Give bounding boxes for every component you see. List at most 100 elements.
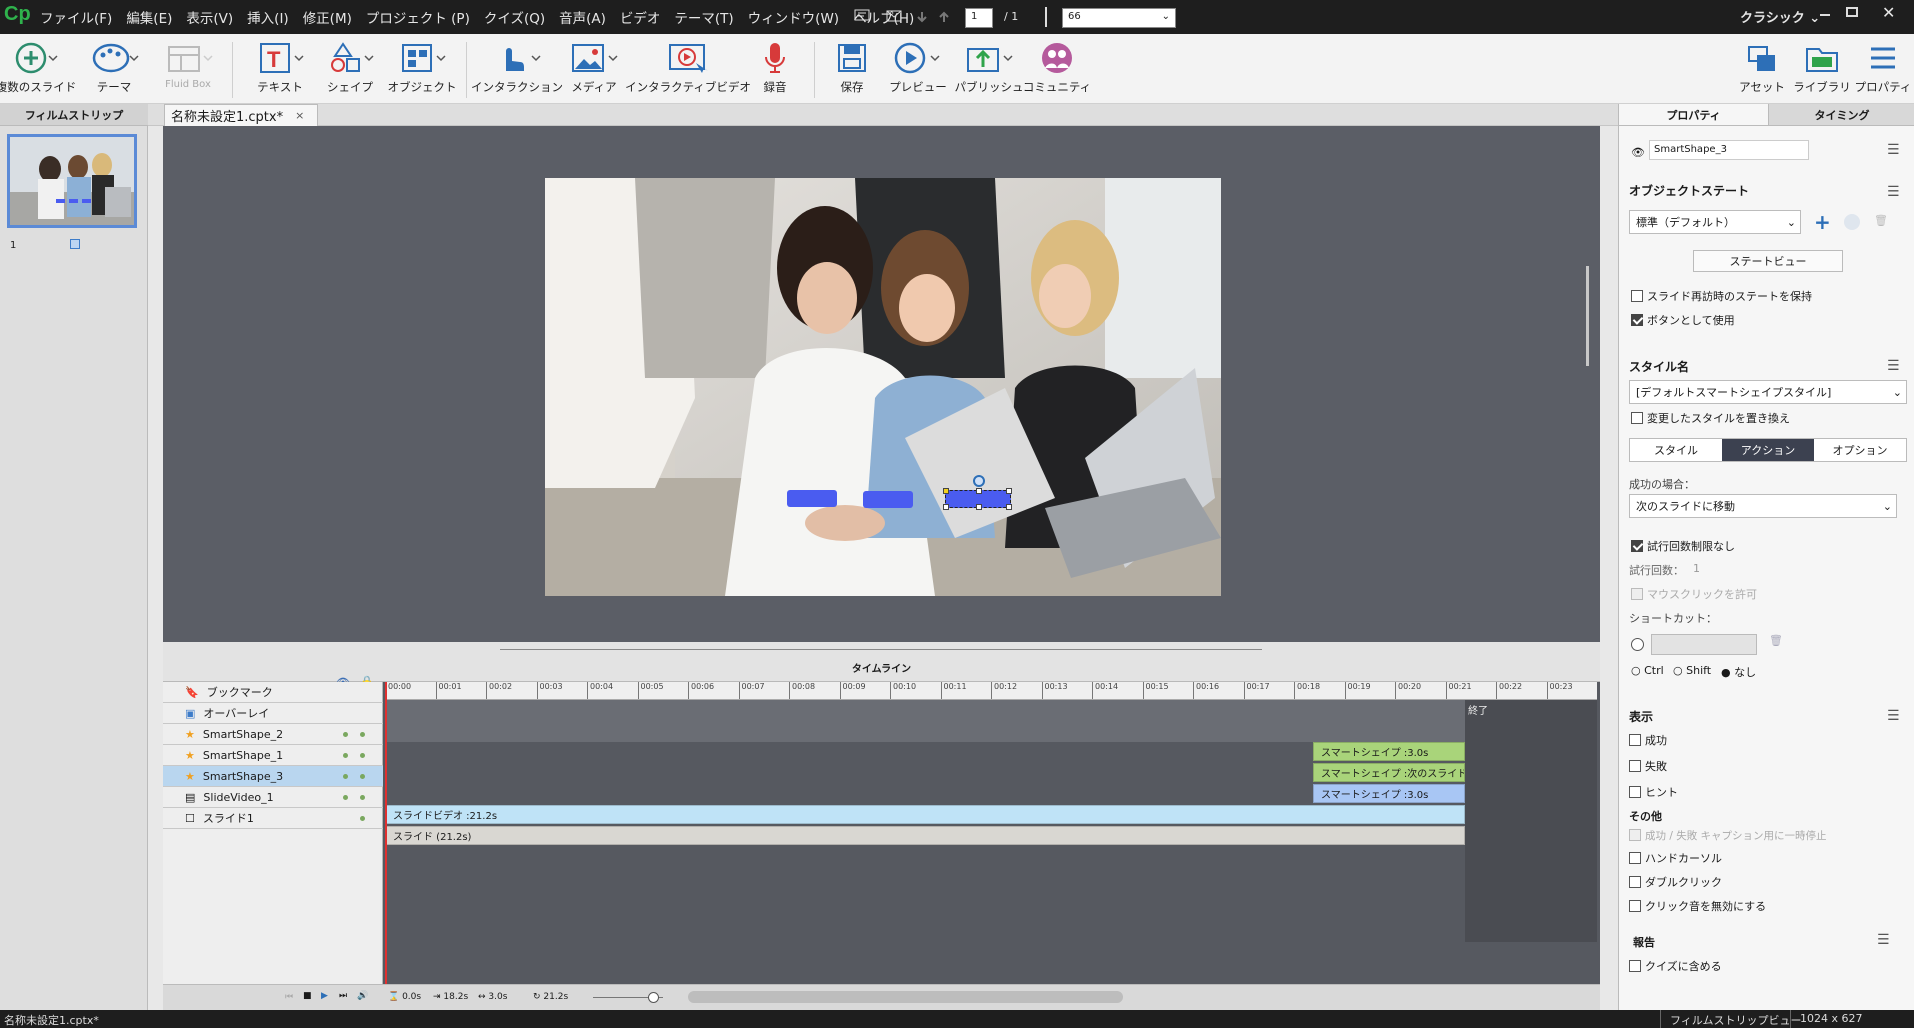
menu-theme[interactable]: テーマ(T) [674,7,733,27]
hand-cursor-checkbox[interactable]: ハンドカーソル [1629,850,1722,866]
interactive-video-button[interactable]: インタラクティブビデオ [625,38,751,95]
audio-icon[interactable]: 🔊 [357,991,368,1001]
last-frame-icon[interactable]: ⏭ [339,991,347,1001]
preview-button[interactable]: プレビュー [888,38,948,95]
first-frame-icon[interactable]: ⏮ [285,992,293,1002]
timeline-hscrollbar[interactable] [688,991,1123,1003]
timeline-bar-slidevideo[interactable]: スライドビデオ :21.2s [385,805,1465,824]
mail-icon[interactable] [886,10,902,22]
pause-caption-checkbox[interactable]: 成功 / 失敗 キャプション用に一時停止 [1629,828,1827,843]
layer-overlay[interactable]: ▣ オーバーレイ [163,703,383,724]
library-button[interactable]: ライブラリ [1793,38,1851,95]
shape-button[interactable]: シェイプ [322,38,378,95]
eye-icon[interactable]: 👁 [1631,146,1645,159]
tab-properties[interactable]: プロパティ [1619,104,1769,126]
close-icon[interactable]: ✕ [1882,3,1895,22]
infinite-attempts-checkbox[interactable]: 試行回数制限なし [1631,538,1735,554]
publish-button[interactable]: パブリッシュ [955,38,1024,95]
assets-button[interactable]: アセット [1739,38,1785,95]
menu-window[interactable]: ウィンドウ(W) [748,7,839,27]
new-slide-button[interactable]: 複数のスライド [0,38,76,95]
rotate-handle-icon[interactable] [973,475,985,487]
timeline-bar-smartshape-1[interactable]: スマートシェイプ :次のスライド... [1313,763,1465,782]
lock-dot[interactable] [360,732,365,737]
attempts-value[interactable]: 1 [1693,562,1700,575]
modifier-none[interactable]: ● なし [1721,664,1756,680]
object-state-select[interactable]: 標準（デフォルト） ⌄ [1629,210,1801,234]
menu-lines-icon[interactable]: ☰ [1887,184,1900,200]
menu-lines-icon[interactable]: ☰ [1887,358,1900,374]
menu-project[interactable]: プロジェクト (P) [366,7,470,27]
include-in-quiz-checkbox[interactable]: クイズに含める [1629,958,1722,974]
save-button[interactable]: 保存 [830,38,874,95]
properties-panel-button[interactable]: プロパティ [1855,38,1911,95]
display-hint-checkbox[interactable]: ヒント [1629,784,1678,800]
layer-slide-1[interactable]: ☐ スライド1 [163,808,383,829]
shortcut-input[interactable] [1651,634,1757,655]
visibility-dot[interactable] [343,753,348,758]
menu-audio[interactable]: 音声(A) [559,7,606,27]
on-success-select[interactable]: 次のスライドに移動 ⌄ [1629,494,1897,518]
community-button[interactable]: コミュニティ [1023,38,1091,95]
slide-canvas[interactable] [545,178,1221,596]
menu-insert[interactable]: 挿入(I) [247,7,289,27]
layer-slidevideo-1[interactable]: ▤ SlideVideo_1 [163,787,383,808]
timeline-ruler[interactable]: 00:00 00:01 00:02 00:03 00:04 00:05 00:06 00:07… [385,682,1597,700]
display-failure-checkbox[interactable]: 失敗 [1629,758,1667,774]
lock-dot[interactable] [360,774,365,779]
trash-icon[interactable]: 🗑 [1874,214,1888,227]
minimize-icon[interactable] [1820,14,1830,16]
arrow-down-icon[interactable] [916,11,928,23]
menu-file[interactable]: ファイル(F) [40,7,112,27]
visibility-dot[interactable] [343,795,348,800]
resize-handle[interactable] [976,488,982,494]
layer-smartshape-1[interactable]: ★ SmartShape_1 [163,745,383,766]
timeline-bar-smartshape-3[interactable]: スマートシェイプ :3.0s [1313,784,1465,803]
restore-icon[interactable] [1846,7,1858,17]
fluid-box-button[interactable]: Fluid Box [160,38,216,90]
playhead[interactable] [385,682,387,984]
disable-click-sound-checkbox[interactable]: クリック音を無効にする [1629,898,1766,914]
smartshape-2-button[interactable] [787,490,837,507]
record-audio-button[interactable]: 録音 [754,38,796,95]
timeline-splitter[interactable] [500,649,1262,650]
comment-icon[interactable] [854,9,870,23]
document-tab[interactable]: 名称未設定1.cptx* × [164,104,318,126]
add-state-icon[interactable]: + [1814,210,1831,234]
menu-lines-icon[interactable]: ☰ [1887,142,1900,158]
resize-handle[interactable] [976,504,982,510]
smartshape-3-button[interactable] [943,475,1012,510]
tab-timing[interactable]: タイミング [1769,104,1914,126]
style-name-select[interactable]: [デフォルトスマートシェイプスタイル] ⌄ [1629,380,1907,404]
play-icon[interactable]: ▶ [321,991,328,1001]
layer-smartshape-3[interactable]: ★ SmartShape_3 [163,766,383,787]
resize-handle[interactable] [943,488,949,494]
replace-style-checkbox[interactable]: 変更したスタイルを置き換え [1631,410,1790,426]
double-click-checkbox[interactable]: ダブルクリック [1629,874,1722,890]
text-button[interactable]: T テキスト [250,38,310,95]
refresh-state-icon[interactable] [1844,214,1860,230]
media-button[interactable]: メディア [566,38,622,95]
layer-smartshape-2[interactable]: ★ SmartShape_2 [163,724,383,745]
timeline-bar-smartshape-2[interactable]: スマートシェイプ :3.0s [1313,742,1465,761]
layer-bookmark[interactable]: 🔖 ブックマーク [163,682,383,703]
subtab-options[interactable]: オプション [1814,439,1906,461]
display-success-checkbox[interactable]: 成功 [1629,732,1667,748]
object-name-input[interactable]: SmartShape_3 [1649,140,1809,160]
close-tab-icon[interactable]: × [295,109,304,122]
menu-view[interactable]: 表示(V) [186,7,233,27]
resize-handle[interactable] [1006,488,1012,494]
slide-number-input[interactable]: 1 [965,8,993,28]
menu-quiz[interactable]: クイズ(Q) [484,7,545,27]
resize-handle[interactable] [1006,504,1012,510]
timeline-bar-slide[interactable]: スライド (21.2s) [385,826,1465,845]
menu-lines-icon[interactable]: ☰ [1877,932,1890,948]
resize-handle[interactable] [943,504,949,510]
object-button[interactable]: オブジェクト [388,38,457,95]
shortcut-radio[interactable] [1631,638,1644,651]
lock-dot[interactable] [360,795,365,800]
modifier-shift[interactable]: ○ Shift [1673,664,1711,677]
visibility-dot[interactable] [343,774,348,779]
modifier-ctrl[interactable]: ○ Ctrl [1631,664,1664,677]
state-view-button[interactable]: ステートビュー [1693,250,1843,272]
